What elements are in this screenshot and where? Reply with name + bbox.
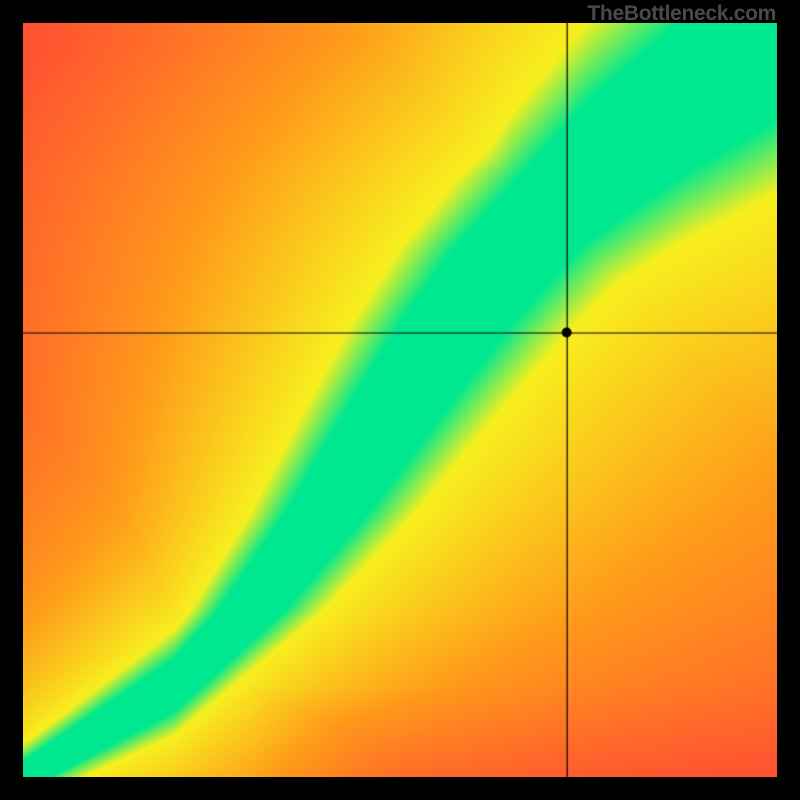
- watermark-text: TheBottleneck.com: [587, 2, 776, 26]
- chart-frame: TheBottleneck.com: [0, 0, 800, 800]
- bottleneck-heatmap: [23, 23, 777, 777]
